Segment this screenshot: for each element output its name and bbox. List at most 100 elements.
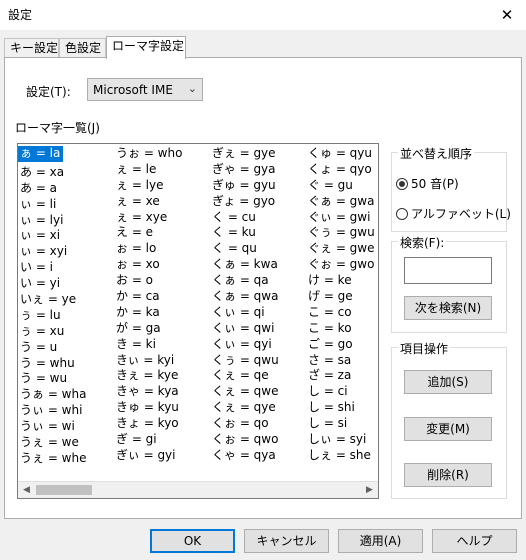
- list-item[interactable]: うぇ = whe: [18, 451, 114, 467]
- list-item[interactable]: ぎぇ = gye: [210, 146, 306, 162]
- list-item[interactable]: く = qu: [210, 241, 306, 257]
- list-item[interactable]: ぃ = xi: [18, 228, 114, 244]
- list-item[interactable]: う = whu: [18, 356, 114, 372]
- list-item[interactable]: ぐ = gu: [306, 178, 378, 194]
- list-item[interactable]: きゅ = kyu: [114, 400, 210, 416]
- tab-key-settings[interactable]: キー設定: [4, 38, 59, 58]
- ime-select[interactable]: Microsoft IME ⌄: [87, 78, 203, 101]
- list-item[interactable]: ぇ = lye: [114, 178, 210, 194]
- list-item[interactable]: ぎ = gi: [114, 432, 210, 448]
- list-item[interactable]: くぁ = qwa: [210, 289, 306, 305]
- ok-button[interactable]: OK: [150, 529, 235, 553]
- list-item[interactable]: うぃ = whi: [18, 403, 114, 419]
- list-item[interactable]: ぐぃ = gwi: [306, 210, 378, 226]
- list-item[interactable]: うぉ = who: [114, 146, 210, 162]
- list-item[interactable]: くぁ = qa: [210, 273, 306, 289]
- list-item[interactable]: え = e: [114, 225, 210, 241]
- list-item[interactable]: ぅ = lu: [18, 308, 114, 324]
- horizontal-scrollbar[interactable]: ◀ ▶: [18, 481, 378, 498]
- list-item[interactable]: うぁ = wha: [18, 387, 114, 403]
- list-item[interactable]: う = wu: [18, 371, 114, 387]
- list-item[interactable]: くょ = qyo: [306, 162, 378, 178]
- list-item[interactable]: あ = xa: [18, 165, 114, 181]
- tab-color-settings[interactable]: 色設定: [59, 38, 106, 58]
- list-item[interactable]: ぎぃ = gyi: [114, 448, 210, 464]
- list-item[interactable]: ぃ = lyi: [18, 213, 114, 229]
- list-item[interactable]: ぐぅ = gwu: [306, 225, 378, 241]
- search-input[interactable]: [404, 257, 492, 284]
- add-button[interactable]: 追加(S): [404, 370, 492, 394]
- scrollbar-thumb[interactable]: [36, 485, 92, 495]
- list-item[interactable]: げ = ge: [306, 289, 378, 305]
- change-button[interactable]: 変更(M): [404, 417, 492, 441]
- list-item[interactable]: か = ca: [114, 289, 210, 305]
- list-item[interactable]: く = cu: [210, 210, 306, 226]
- close-button[interactable]: ✕: [496, 4, 518, 26]
- list-item[interactable]: お = o: [114, 273, 210, 289]
- list-item[interactable]: ぎょ = gyo: [210, 194, 306, 210]
- list-item[interactable]: きぃ = kyi: [114, 353, 210, 369]
- list-item[interactable]: くぃ = qwi: [210, 321, 306, 337]
- list-item[interactable]: ぇ = le: [114, 162, 210, 178]
- list-item[interactable]: くぃ = qyi: [210, 337, 306, 353]
- list-item[interactable]: し = shi: [306, 400, 378, 416]
- list-item[interactable]: か = ka: [114, 305, 210, 321]
- list-item[interactable]: ぅ = xu: [18, 324, 114, 340]
- list-item[interactable]: ぎゃ = gya: [210, 162, 306, 178]
- list-item[interactable]: くゃ = qya: [210, 448, 306, 464]
- list-item[interactable]: しぃ = syi: [306, 432, 378, 448]
- list-item[interactable]: い = i: [18, 260, 114, 276]
- apply-button[interactable]: 適用(A): [338, 529, 423, 553]
- delete-button[interactable]: 削除(R): [404, 463, 492, 487]
- list-item[interactable]: く = ku: [210, 225, 306, 241]
- list-item[interactable]: さ = sa: [306, 353, 378, 369]
- list-item[interactable]: くぇ = qe: [210, 368, 306, 384]
- help-button[interactable]: ヘルプ: [432, 529, 517, 553]
- list-item[interactable]: きぇ = kye: [114, 368, 210, 384]
- list-item[interactable]: ぉ = xo: [114, 257, 210, 273]
- cancel-button[interactable]: キャンセル: [244, 529, 329, 553]
- list-item[interactable]: こ = ko: [306, 321, 378, 337]
- list-item[interactable]: ぇ = xe: [114, 194, 210, 210]
- list-item[interactable]: ぐぉ = gwo: [306, 257, 378, 273]
- list-item[interactable]: ぃ = li: [18, 197, 114, 213]
- list-item[interactable]: ぎゅ = gyu: [210, 178, 306, 194]
- list-item[interactable]: いぇ = ye: [18, 292, 114, 308]
- list-item[interactable]: くぉ = qwo: [210, 432, 306, 448]
- list-item[interactable]: くぃ = qi: [210, 305, 306, 321]
- tab-romaji-settings[interactable]: ローマ字設定: [106, 36, 186, 59]
- find-next-button[interactable]: 次を検索(N): [404, 296, 492, 320]
- list-item[interactable]: ぇ = xye: [114, 210, 210, 226]
- list-item[interactable]: ぐぇ = gwe: [306, 241, 378, 257]
- list-item[interactable]: き = ki: [114, 337, 210, 353]
- list-item[interactable]: け = ke: [306, 273, 378, 289]
- scroll-left-icon[interactable]: ◀: [19, 483, 34, 498]
- list-item[interactable]: くゅ = qyu: [306, 146, 378, 162]
- list-item[interactable]: ざ = za: [306, 368, 378, 384]
- list-item[interactable]: くぁ = kwa: [210, 257, 306, 273]
- list-item[interactable]: し = ci: [306, 384, 378, 400]
- list-item[interactable]: くぇ = qwe: [210, 384, 306, 400]
- list-item[interactable]: ぉ = lo: [114, 241, 210, 257]
- list-item[interactable]: しぇ = she: [306, 448, 378, 464]
- list-item[interactable]: きょ = kyo: [114, 416, 210, 432]
- sort-gojuon-radio[interactable]: 50 音(P): [396, 175, 459, 191]
- list-item[interactable]: くぉ = qo: [210, 416, 306, 432]
- list-item[interactable]: し = si: [306, 416, 378, 432]
- scroll-right-icon[interactable]: ▶: [362, 483, 377, 498]
- list-item[interactable]: い = yi: [18, 276, 114, 292]
- list-item[interactable]: ぃ = xyi: [18, 244, 114, 260]
- list-item[interactable]: きゃ = kya: [114, 384, 210, 400]
- romaji-list[interactable]: ぁ = la あ = xa あ = aぃ = li ぃ = lyi ぃ = xi ぃ = …: [17, 143, 379, 499]
- sort-alphabet-radio[interactable]: アルファベット(L): [396, 205, 511, 221]
- list-item[interactable]: あ = a: [18, 181, 114, 197]
- list-item[interactable]: うぃ = wi: [18, 419, 114, 435]
- list-item[interactable]: くぇ = qye: [210, 400, 306, 416]
- list-item[interactable]: うぇ = we: [18, 435, 114, 451]
- list-item[interactable]: う = u: [18, 340, 114, 356]
- list-item[interactable]: くぅ = qwu: [210, 353, 306, 369]
- list-item[interactable]: ご = go: [306, 337, 378, 353]
- list-item[interactable]: ぐぁ = gwa: [306, 194, 378, 210]
- list-item[interactable]: ぁ = la: [18, 146, 64, 162]
- list-item[interactable]: が = ga: [114, 321, 210, 337]
